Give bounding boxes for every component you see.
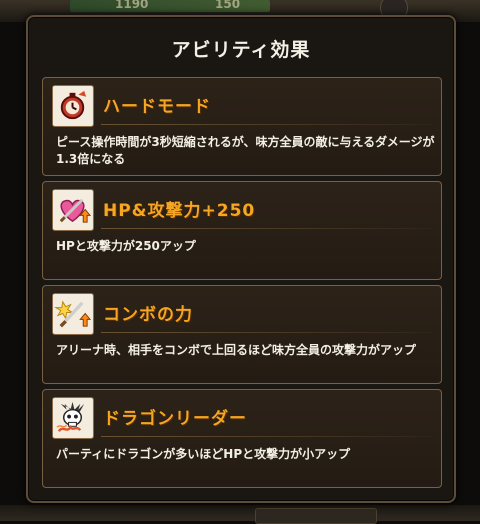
- ability-description: HPと攻撃力が250アップ: [56, 239, 196, 253]
- combo-sword-up-icon: [52, 293, 94, 335]
- heart-sword-up-icon: [52, 189, 94, 231]
- divider: [101, 228, 431, 229]
- ability-name: コンボの力: [103, 305, 193, 325]
- ability-card-combo-power[interactable]: コンボの力 アリーナ時、相手をコンボで上回るほど味方全員の攻撃力がアップ: [42, 285, 442, 384]
- divider: [101, 332, 431, 333]
- ability-description: パーティにドラゴンが多いほどHPと攻撃力が小アップ: [56, 447, 351, 461]
- hard-mode-clock-icon: [52, 85, 94, 127]
- background-hp-value-right: 150: [215, 0, 241, 11]
- background-hp-value: 1190: [115, 0, 149, 11]
- dialog-title: アビリティ効果: [171, 39, 311, 61]
- ability-card-dragon-leader[interactable]: ドラゴンリーダー パーティにドラゴンが多いほどHPと攻撃力が小アップ: [42, 389, 442, 488]
- ability-description: アリーナ時、相手をコンボで上回るほど味方全員の攻撃力がアップ: [56, 343, 417, 357]
- ability-card-hp-attack[interactable]: HP&攻撃力+250 HPと攻撃力が250アップ: [42, 181, 442, 280]
- background-bottom-button: [255, 508, 377, 524]
- ability-name: ハードモード: [103, 97, 211, 117]
- background-bottom-bar: [0, 505, 480, 521]
- dragon-skull-icon: [52, 397, 94, 439]
- ability-effects-dialog: アビリティ効果 ハードモード ピース操作時間が3秒短縮されるが、味方全員の敵に与…: [26, 15, 456, 503]
- divider: [101, 124, 431, 125]
- ability-name: ドラゴンリーダー: [103, 409, 247, 429]
- ability-name: HP&攻撃力+250: [103, 201, 256, 221]
- divider: [101, 436, 431, 437]
- ability-description: ピース操作時間が3秒短縮されるが、味方全員の敵に与えるダメージが1.3倍になる: [56, 135, 435, 166]
- ability-card-hard-mode[interactable]: ハードモード ピース操作時間が3秒短縮されるが、味方全員の敵に与えるダメージが1…: [42, 77, 442, 176]
